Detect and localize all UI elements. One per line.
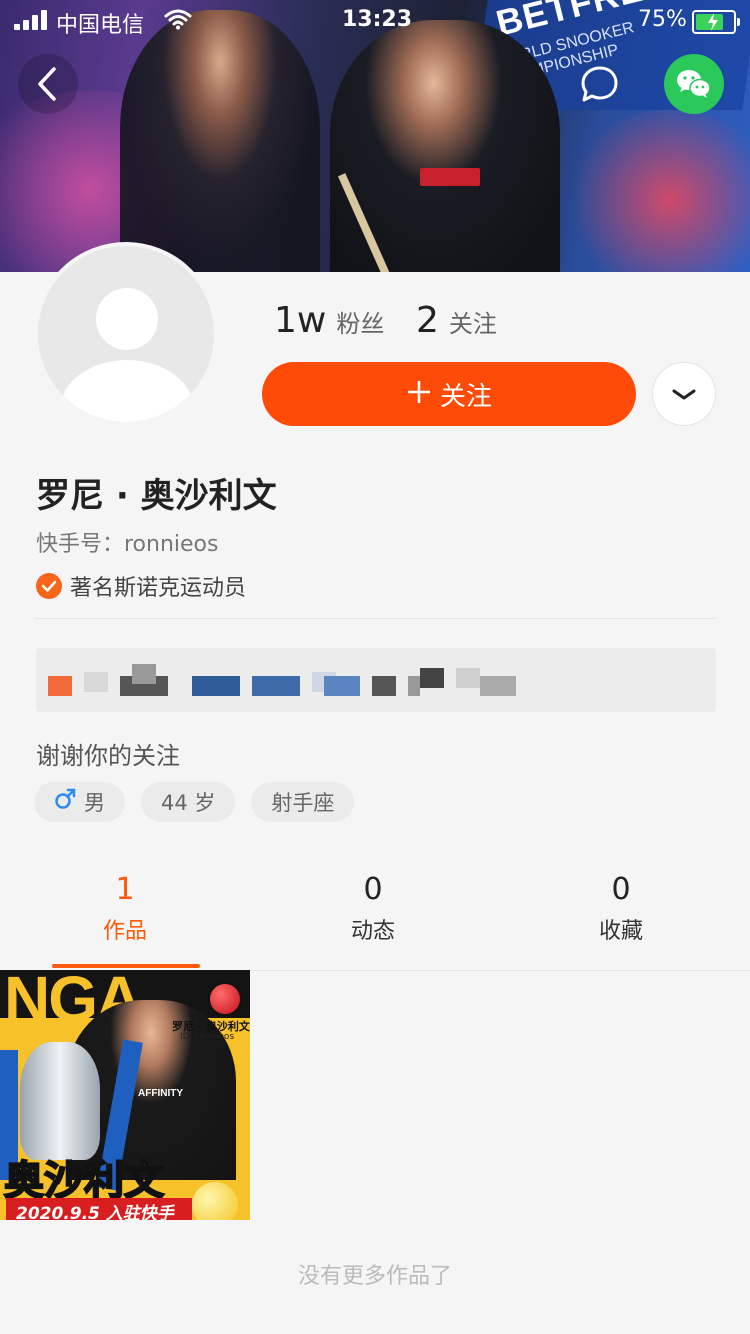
wechat-share-button[interactable] — [664, 54, 724, 114]
chevron-left-icon — [38, 67, 56, 101]
male-icon — [54, 788, 76, 816]
trophy-image — [20, 1042, 100, 1160]
battery-icon — [692, 10, 740, 34]
active-tab-indicator — [52, 964, 200, 968]
redacted-content — [36, 648, 716, 712]
chat-bubble-icon — [581, 66, 618, 102]
red-ball — [208, 982, 242, 1016]
message-button[interactable] — [570, 54, 630, 114]
fans-stat[interactable]: 1w 粉丝 — [274, 300, 384, 341]
yellow-ball — [192, 1182, 238, 1220]
tab-moments-count: 0 — [363, 872, 383, 907]
clock: 13:23 — [342, 7, 413, 32]
fans-label: 粉丝 — [336, 310, 385, 338]
tab-moments-label: 动态 — [350, 919, 395, 944]
back-button[interactable] — [18, 54, 78, 114]
carrier-name: 中国电信 — [56, 13, 145, 38]
avatar[interactable] — [34, 242, 218, 426]
chevron-down-icon — [672, 389, 696, 400]
gender-label: 男 — [84, 791, 105, 815]
signal-icon — [14, 10, 48, 30]
tab-works[interactable]: 1 作品 — [0, 862, 250, 945]
bio-text: 谢谢你的关注 — [36, 742, 180, 770]
age-tag: 44 岁 — [141, 782, 236, 822]
age-label: 44 岁 — [161, 791, 216, 815]
status-bar: 中国电信 13:23 75% — [0, 0, 750, 40]
tab-works-label: 作品 — [102, 919, 147, 944]
gender-tag: 男 — [34, 782, 125, 822]
zodiac-label: 射手座 — [271, 791, 335, 815]
thumbnail-person-id: ID: ronnieos — [180, 1032, 235, 1042]
tab-favorites[interactable]: 0 收藏 — [496, 862, 746, 945]
profile-name: 罗尼 · 奥沙利文 — [36, 476, 277, 516]
follow-button[interactable]: 关注 — [262, 362, 636, 426]
wechat-icon — [677, 70, 711, 98]
verified-check-icon — [36, 573, 62, 599]
following-count: 2 — [416, 300, 439, 341]
thumbnail-sponsor: AFFINITY — [138, 1088, 183, 1099]
plus-icon — [406, 374, 432, 414]
profile-cover-image: BETFRED WORLD SNOOKER CHAMPIONSHIP — [0, 0, 750, 272]
zodiac-tag: 射手座 — [251, 782, 355, 822]
wifi-icon — [164, 8, 192, 36]
following-label: 关注 — [448, 310, 497, 338]
tab-moments[interactable]: 0 动态 — [248, 862, 498, 945]
recommend-dropdown-button[interactable] — [652, 362, 716, 426]
tab-favorites-count: 0 — [611, 872, 631, 907]
verification-text: 著名斯诺克运动员 — [70, 576, 247, 601]
work-thumbnail[interactable]: NGA 罗尼 · 奥沙利文 ID: ronnieos AFFINITY 奥沙利文… — [0, 970, 250, 1220]
tab-works-count: 1 — [115, 872, 135, 907]
thumbnail-date: 2020.9.5 入驻快手 — [16, 1204, 174, 1220]
profile-tags: 男 44 岁 射手座 — [34, 782, 355, 822]
no-more-works-text: 没有更多作品了 — [297, 1264, 452, 1289]
fans-count: 1w — [274, 300, 327, 341]
battery-percent: 75% — [638, 7, 687, 32]
following-stat[interactable]: 2 关注 — [416, 300, 497, 341]
divider — [34, 618, 716, 619]
user-id[interactable]: 快手号：ronnieos — [36, 526, 218, 558]
tab-favorites-label: 收藏 — [598, 919, 643, 944]
content-tabs: 1 作品 0 动态 0 收藏 — [0, 862, 750, 971]
follow-button-label: 关注 — [439, 381, 492, 412]
verification-info: 著名斯诺克运动员 — [36, 570, 246, 602]
